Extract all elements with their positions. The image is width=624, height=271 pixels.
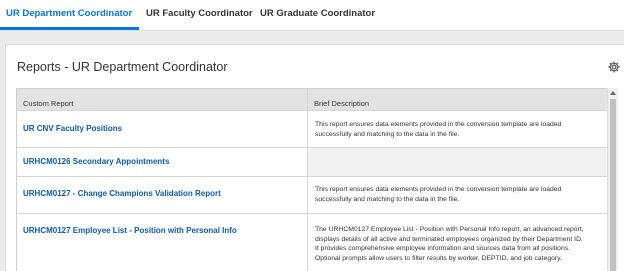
tab-ur-faculty-coordinator[interactable]: UR Faculty Coordinator: [146, 0, 253, 30]
report-description: Optional prompts allow users to filter r…: [315, 254, 562, 262]
reports-panel: Reports - UR Department Coordinator Cust…: [5, 44, 624, 271]
reports-table: Custom Report Brief Description UR CNV F…: [16, 88, 607, 271]
scrollbar-thumb[interactable]: [610, 99, 616, 271]
table-row: UR CNV Faculty Positions This report ens…: [17, 111, 607, 148]
report-description: displays details of all active and termi…: [315, 235, 583, 243]
report-description-empty: [308, 148, 607, 176]
report-description: The URHCM0127 Employee List - Position w…: [315, 226, 584, 233]
vertical-scrollbar[interactable]: [607, 88, 618, 271]
column-header-custom-report[interactable]: Custom Report: [17, 89, 308, 110]
table-row: URHCM0127 Employee List - Position with …: [17, 214, 607, 271]
table-row: URHCM0127 - Change Champions Validation …: [17, 177, 607, 214]
report-description: This report ensures data elements provid…: [315, 186, 562, 193]
report-description: It provides comprehensive employee infor…: [315, 245, 571, 252]
gear-icon[interactable]: [607, 60, 621, 74]
report-link[interactable]: URHCM0127 Employee List - Position with …: [17, 226, 307, 236]
report-link[interactable]: URHCM0126 Secondary Appointments: [17, 157, 307, 167]
tab-ur-department-coordinator[interactable]: UR Department Coordinator: [0, 0, 140, 30]
table-header-row: Custom Report Brief Description: [17, 89, 607, 111]
tab-ur-graduate-coordinator[interactable]: UR Graduate Coordinator: [260, 0, 375, 30]
report-link[interactable]: UR CNV Faculty Positions: [17, 124, 307, 134]
scroll-up-arrow-icon[interactable]: [610, 91, 616, 95]
table-row: URHCM0126 Secondary Appointments: [17, 148, 607, 177]
tab-bar: UR Department Coordinator UR Faculty Coo…: [0, 0, 624, 31]
column-header-brief-description[interactable]: Brief Description: [308, 89, 607, 110]
panel-title: Reports - UR Department Coordinator: [17, 60, 228, 74]
report-description: This report ensures data elements provid…: [315, 121, 562, 128]
report-link[interactable]: URHCM0127 - Change Champions Validation …: [17, 189, 307, 199]
report-description: successfully and matching to the data in…: [315, 130, 460, 138]
report-description: successfully and matching to the data in…: [315, 195, 460, 203]
